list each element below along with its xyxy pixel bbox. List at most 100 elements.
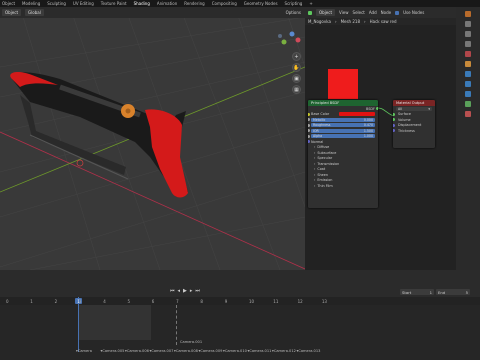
target-dropdown[interactable]: All ▾ [396, 106, 432, 111]
workspace-tab[interactable]: Rendering [184, 1, 204, 6]
jump-start-icon[interactable]: ⏮ [170, 288, 175, 294]
particles-tab-icon[interactable] [465, 81, 471, 87]
breadcrumb-mesh[interactable]: Mesh 218 [341, 19, 360, 24]
marker-line [176, 305, 177, 345]
frame-tick-label: 5 [127, 299, 131, 304]
timeline-marker[interactable]: ▾Camera.009 [199, 349, 223, 353]
workspace-tab[interactable]: + [309, 1, 312, 6]
base-color-swatch[interactable] [339, 112, 375, 117]
orientation-dropdown[interactable]: Global [25, 9, 44, 16]
3d-viewport[interactable] [0, 7, 305, 270]
section-label: Specular [317, 156, 333, 161]
physics-tab-icon[interactable] [465, 91, 471, 97]
object-tab-icon[interactable] [465, 61, 471, 67]
scene-tab-icon[interactable] [465, 51, 471, 57]
camera-icon[interactable]: ▣ [292, 74, 301, 83]
timeline-header: ⏮ ◂ ▶ ▸ ⏭ Start 1 End 5 [0, 287, 480, 297]
base-color-socket[interactable] [308, 112, 310, 116]
principled-bsdf-node[interactable]: Principled BSDF BSDF Base Color Metallic… [308, 100, 378, 208]
timeline-marker[interactable]: ▾Camera.011 [248, 349, 272, 353]
timeline-marker[interactable]: ▾Camera.008 [174, 349, 198, 353]
view-layer-tab-icon[interactable] [465, 41, 471, 47]
value-slider[interactable]: Alpha 1.000 [311, 134, 375, 139]
timeline-marker[interactable]: ▾Camera.006 [125, 349, 149, 353]
jump-end-icon[interactable]: ⏭ [195, 288, 200, 294]
use-nodes-label: Use Nodes [403, 10, 425, 15]
workspace-tab[interactable]: UV Editing [73, 1, 94, 6]
input-socket[interactable] [308, 123, 310, 127]
material-tab-icon[interactable] [465, 111, 471, 117]
input-socket[interactable] [308, 129, 310, 133]
workspace-tab[interactable]: Texture Paint [101, 1, 127, 6]
workspace-tab[interactable]: Animation [157, 1, 177, 6]
end-frame-field[interactable]: End 5 [436, 289, 470, 295]
material-output-node[interactable]: Material Output All ▾ Surface Volume Displa… [393, 100, 435, 148]
options-button[interactable]: Options [286, 10, 301, 15]
shader-editor-icon[interactable] [308, 10, 312, 15]
workspace-tab[interactable]: Modeling [22, 1, 40, 6]
value-slider[interactable]: Metallic 0.000 [311, 117, 375, 122]
marker-name: Camera.007 [151, 349, 174, 353]
grid-icon[interactable]: ▦ [292, 85, 301, 94]
frame-tick-label: 3 [78, 299, 82, 304]
input-socket[interactable] [308, 118, 310, 122]
menu-node[interactable]: Node [381, 10, 391, 15]
input-socket[interactable] [308, 134, 310, 138]
workspace-tab[interactable]: Shading [134, 1, 150, 6]
tool-tab-icon[interactable] [465, 11, 471, 17]
output-tab-icon[interactable] [465, 31, 471, 37]
timeline-marker[interactable]: ▾Camera.013 [297, 349, 321, 353]
section-label: Transmission [317, 161, 340, 166]
workspace-tab[interactable]: Geometry Nodes [244, 1, 278, 6]
menu-select[interactable]: Select [353, 10, 365, 15]
material-preview [328, 69, 358, 99]
properties-tabs [456, 7, 480, 270]
bsdf-output-socket[interactable] [376, 107, 378, 111]
next-keyframe-icon[interactable]: ▸ [190, 288, 193, 294]
socket-label: Surface [398, 112, 411, 117]
chevron-right-icon: › [314, 172, 316, 177]
workspace-tab[interactable]: Sculpting [47, 1, 66, 6]
workspace-tab[interactable]: Object [2, 1, 15, 6]
menu-view[interactable]: View [339, 10, 349, 15]
output-input-socket[interactable] [393, 129, 395, 133]
workspace-tab[interactable]: Compositing [212, 1, 237, 6]
marker-name: Camera.012 [273, 349, 296, 353]
panel-section[interactable]: › Thin Film [308, 183, 378, 189]
shader-node-editor[interactable]: Principled BSDF BSDF Base Color Metallic… [305, 7, 456, 270]
output-input-socket[interactable] [393, 118, 395, 122]
timeline-ruler[interactable] [0, 297, 480, 305]
section-label: Emission [317, 178, 333, 183]
slider-value: 1.500 [363, 128, 373, 133]
breadcrumb-material[interactable]: Hack saw red [370, 19, 397, 24]
playhead-line[interactable] [78, 297, 79, 352]
zoom-icon[interactable]: + [292, 52, 301, 61]
timeline-marker[interactable]: ▾Camera.005 [101, 349, 125, 353]
timeline-marker[interactable]: ▾Camera.007 [150, 349, 174, 353]
output-input-socket[interactable] [393, 123, 395, 127]
value-slider[interactable]: IOR 1.500 [311, 128, 375, 133]
modifier-tab-icon[interactable] [465, 71, 471, 77]
use-nodes-checkbox[interactable] [395, 10, 400, 15]
render-tab-icon[interactable] [465, 21, 471, 27]
chevron-right-icon: › [314, 156, 316, 161]
start-frame-field[interactable]: Start 1 [400, 289, 434, 295]
scene-selector[interactable] [456, 0, 480, 7]
normal-socket[interactable] [308, 140, 310, 144]
workspace-tab[interactable]: Scripting [285, 1, 303, 6]
node-object-dropdown[interactable]: Object [316, 9, 336, 16]
prev-keyframe-icon[interactable]: ◂ [178, 288, 181, 294]
breadcrumb-object[interactable]: M_Nogovka [308, 19, 331, 24]
output-input-socket[interactable] [393, 112, 395, 116]
pan-hand-icon[interactable]: ✋ [292, 63, 301, 72]
timeline-marker[interactable]: ▾Camera [76, 349, 92, 353]
object-mode-dropdown[interactable]: Object [2, 9, 22, 16]
constraints-tab-icon[interactable] [465, 101, 471, 107]
timeline-marker[interactable]: ▾Camera.010 [223, 349, 247, 353]
play-icon[interactable]: ▶ [183, 288, 187, 294]
menu-add[interactable]: Add [369, 10, 377, 15]
value-slider[interactable]: Roughness 0.470 [311, 123, 375, 128]
normal-label: Normal [311, 139, 324, 144]
hacksaw-model [10, 72, 188, 198]
timeline-marker[interactable]: ▾Camera.012 [272, 349, 296, 353]
